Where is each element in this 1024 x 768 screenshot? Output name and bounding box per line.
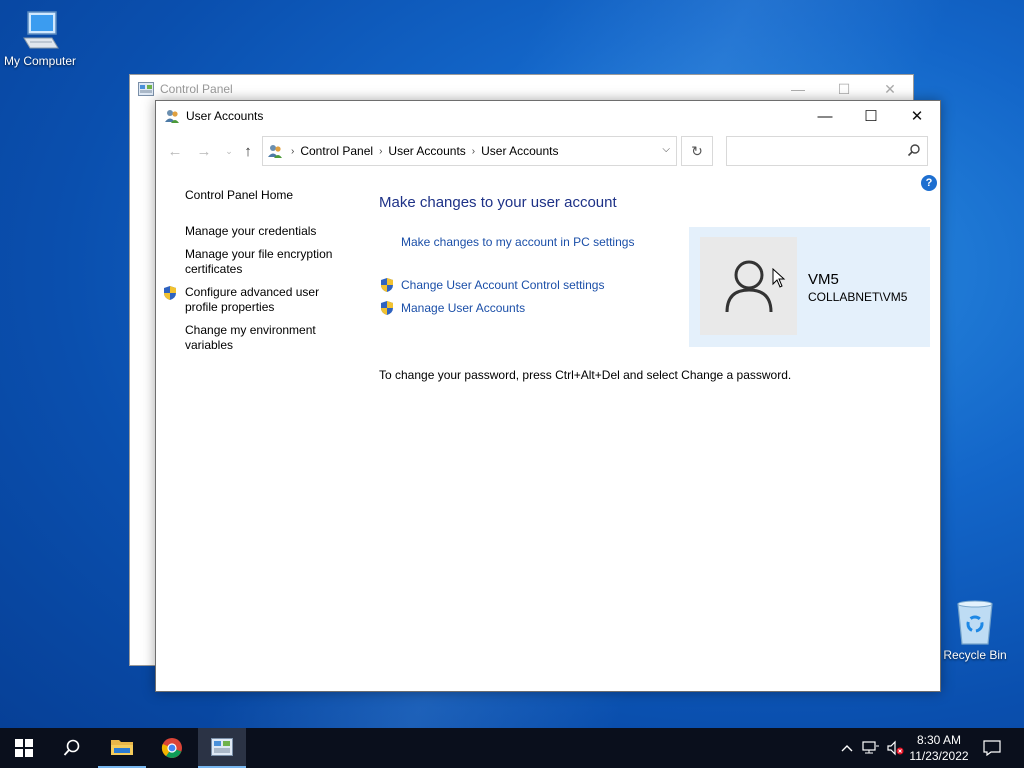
breadcrumb-separator-icon[interactable]: › [291,146,294,157]
mouse-cursor-icon [772,268,786,288]
search-icon [63,739,80,756]
user-tile: VM5 COLLABNET\VM5 [689,227,930,347]
breadcrumb-separator-icon[interactable]: › [472,146,475,157]
change-uac-settings-link[interactable]: Change User Account Control settings [401,278,604,292]
windows-logo-icon [15,739,33,757]
window-titlebar[interactable]: User Accounts — ☐ ✕ [156,101,940,131]
background-maximize-button[interactable]: ☐ [821,75,867,103]
forward-arrow-icon[interactable]: → [193,139,215,163]
taskbar: 8:30 AM 11/23/2022 [0,728,1024,768]
help-icon[interactable]: ? [921,175,937,191]
page-title: Make changes to your user account [379,194,617,211]
network-icon[interactable] [860,728,882,768]
breadcrumb-control-panel[interactable]: Control Panel [300,144,373,158]
uac-shield-icon [381,301,393,315]
control-panel-home-link[interactable]: Control Panel Home [185,188,350,203]
user-accounts-icon [165,110,179,123]
pc-settings-link[interactable]: Make changes to my account in PC setting… [401,235,634,249]
recycle-bin-label: Recycle Bin [943,648,1007,662]
background-window-title: Control Panel [160,82,233,96]
user-accounts-location-icon [268,145,282,158]
file-explorer-taskbar-button[interactable] [98,728,146,768]
change-environment-variables-link[interactable]: Change my environment variables [185,323,350,353]
navigation-bar: ← → ⌄ ↑ › Control Panel › User Accounts … [156,135,940,167]
manage-user-accounts-link[interactable]: Manage User Accounts [401,301,525,315]
background-minimize-button[interactable]: — [775,75,821,103]
my-computer-label: My Computer [3,54,77,68]
folder-icon [111,740,133,755]
manage-file-encryption-link[interactable]: Manage your file encryption certificates [185,247,350,277]
back-arrow-icon[interactable]: ← [164,139,186,163]
up-arrow-icon[interactable]: ↑ [237,139,259,163]
computer-icon [23,11,59,49]
uac-shield-icon [381,278,393,292]
chrome-icon [161,738,182,758]
password-info-text: To change your password, press Ctrl+Alt+… [379,368,792,382]
start-button[interactable] [0,728,48,768]
user-avatar-icon [725,260,772,313]
my-computer-desktop-icon[interactable]: My Computer [0,8,80,68]
control-panel-taskbar-button[interactable] [198,728,246,768]
clock-time: 8:30 AM [916,733,962,747]
address-dropdown-chevron-icon[interactable]: ⌵ [662,144,670,155]
refresh-button[interactable]: ↻ [681,136,713,166]
chrome-taskbar-button[interactable] [148,728,196,768]
notifications-icon[interactable] [978,728,1006,768]
configure-profile-properties-link[interactable]: Configure advanced user profile properti… [185,285,350,315]
close-button[interactable]: ✕ [894,101,940,131]
control-panel-icon [138,82,154,96]
volume-muted-icon[interactable] [884,728,906,768]
clock-date: 11/23/2022 [909,749,969,763]
search-icon [907,144,920,157]
window-title: User Accounts [186,109,264,123]
user-domain: COLLABNET\VM5 [808,290,908,304]
maximize-button[interactable]: ☐ [848,101,894,131]
manage-credentials-link[interactable]: Manage your credentials [185,224,350,239]
control-panel-icon [211,738,233,756]
recycle-bin-desktop-icon[interactable]: Recycle Bin [935,600,1015,662]
minimize-button[interactable]: — [802,101,848,131]
breadcrumb-user-accounts-current[interactable]: User Accounts [481,144,558,158]
user-accounts-window[interactable]: User Accounts — ☐ ✕ ← → ⌄ ↑ › Control Pa… [155,100,941,692]
breadcrumb-user-accounts[interactable]: User Accounts [388,144,465,158]
address-bar[interactable]: › Control Panel › User Accounts › User A… [262,136,677,166]
user-name: VM5 [808,271,839,288]
breadcrumb-separator-icon[interactable]: › [379,146,382,157]
search-input[interactable] [726,136,928,166]
search-taskbar-button[interactable] [48,728,96,768]
refresh-icon: ↻ [691,142,703,159]
show-hidden-icons-chevron-icon[interactable] [838,728,856,768]
system-clock[interactable]: 8:30 AM 11/23/2022 [906,732,972,764]
background-close-button[interactable]: ✕ [867,75,913,103]
uac-shield-icon [164,286,176,300]
recycle-bin-icon [957,600,993,645]
